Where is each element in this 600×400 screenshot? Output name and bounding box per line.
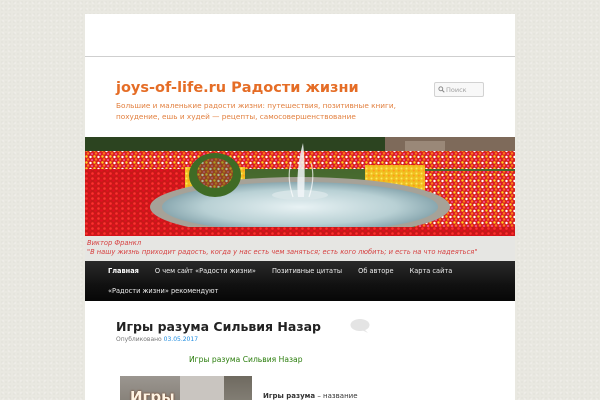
post-title[interactable]: Игры разума Сильвия Назар	[116, 319, 321, 334]
thumb-panel	[180, 376, 224, 400]
menu-item-recommend[interactable]: «Радости жизни» рекомендуют	[100, 281, 226, 301]
quote-band: Виктор Франкл "В нашу жизнь приходит рад…	[85, 236, 515, 261]
post-meta: Опубликовано 03.05.2017	[116, 336, 198, 343]
book-thumbnail[interactable]: Игры	[120, 376, 252, 400]
search-box[interactable]	[434, 82, 484, 97]
search-input[interactable]	[446, 83, 482, 96]
thumb-panel	[224, 376, 252, 400]
menu-row: «Радости жизни» рекомендуют	[85, 281, 226, 301]
comment-bubble-icon[interactable]	[349, 318, 371, 334]
post-inner-title[interactable]: Игры разума Сильвия Назар	[189, 355, 303, 364]
menu-item-about-site[interactable]: О чем сайт «Радости жизни»	[147, 261, 264, 281]
menu-item-sitemap[interactable]: Карта сайта	[402, 261, 461, 281]
excerpt-bold: Игры разума	[263, 392, 316, 400]
page-container: joys-of-life.ru Радости жизни Большие и …	[85, 14, 515, 400]
site-title[interactable]: joys-of-life.ru Радости жизни	[116, 80, 359, 96]
menu-row: Главная О чем сайт «Радости жизни» Позит…	[85, 261, 460, 281]
quote-author: Виктор Франкл	[87, 239, 142, 247]
thumb-text: Игры	[130, 388, 175, 400]
top-divider	[85, 56, 515, 57]
search-icon	[438, 86, 445, 93]
post-date-link[interactable]: 03.05.2017	[164, 336, 198, 343]
menu-item-quotes[interactable]: Позитивные цитаты	[264, 261, 350, 281]
quote-text: "В нашу жизнь приходит радость, когда у …	[87, 248, 478, 256]
menu-item-author[interactable]: Об авторе	[350, 261, 401, 281]
post-excerpt: Игры разума – название книги Сильвии Наз…	[263, 390, 373, 400]
main-navigation: Главная О чем сайт «Радости жизни» Позит…	[85, 261, 515, 301]
header-image	[85, 137, 515, 236]
site-description: Большие и маленькие радости жизни: путеш…	[116, 101, 396, 121]
menu-item-home[interactable]: Главная	[100, 261, 147, 281]
post-meta-prefix: Опубликовано	[116, 336, 162, 343]
